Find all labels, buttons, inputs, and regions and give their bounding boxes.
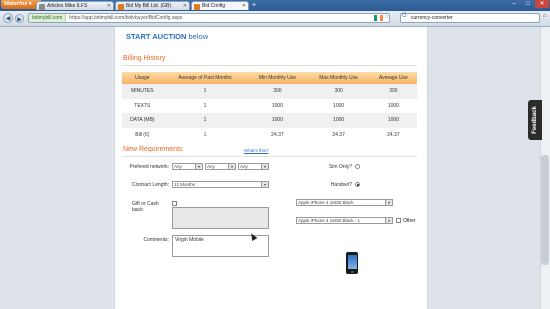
back-arrow-icon[interactable]: ◀ bbox=[3, 13, 13, 23]
column-header: Usage bbox=[122, 72, 163, 84]
column-header: Max Monthly Use bbox=[307, 72, 370, 84]
phone-image bbox=[346, 252, 358, 274]
column-header: Min Monthly Use bbox=[247, 72, 308, 84]
table-row: DATA (MB) 1 1000 1000 1000 bbox=[122, 113, 417, 128]
bidmybill-favicon-icon bbox=[118, 3, 124, 10]
close-tab-icon[interactable]: ✕ bbox=[242, 2, 246, 10]
tab-title: Articles Mike ILFS bbox=[47, 3, 88, 9]
flag-icon bbox=[374, 15, 383, 21]
other-label: Other bbox=[403, 218, 416, 224]
chevron-down-icon: ▾ bbox=[261, 164, 268, 169]
table-row: Bill (€) 1 24.37 24.37 24.37 bbox=[135, 131, 400, 138]
table-row: MINUTES 1 300 300 300 bbox=[122, 84, 417, 99]
chevron-down-icon: ▾ bbox=[385, 218, 392, 223]
network-select-1[interactable]: Any ▾ bbox=[172, 163, 203, 170]
start-auction-heading: START AUCTION below bbox=[126, 32, 209, 41]
divider bbox=[122, 65, 417, 66]
network-select-2[interactable]: Any ▾ bbox=[205, 163, 236, 170]
contract-length-label: Contract Length: bbox=[132, 182, 169, 188]
site-identity[interactable]: bidmybill.com bbox=[29, 14, 67, 22]
tab-title: Bid My Bill Ltd. (GB) bbox=[126, 3, 172, 9]
sim-only-label: Sim Only? bbox=[328, 164, 352, 170]
new-requirements-title: New Requirements bbox=[123, 146, 183, 153]
gift-textarea[interactable] bbox=[172, 207, 269, 229]
other-checkbox[interactable] bbox=[396, 218, 401, 223]
sim-only-radio[interactable] bbox=[355, 164, 360, 169]
divider bbox=[122, 156, 417, 157]
search-box[interactable]: currency-converter bbox=[400, 13, 540, 23]
maximize-button[interactable]: □ bbox=[521, 0, 535, 8]
address-bar[interactable]: bidmybill.com https://app.bidmybill.com/b… bbox=[28, 13, 390, 23]
table-row: TEXTS 1 1000 1000 1000 bbox=[134, 102, 399, 109]
minimize-button[interactable]: – bbox=[507, 0, 521, 8]
home-icon[interactable]: ⌂ bbox=[543, 13, 547, 19]
gift-checkbox[interactable] bbox=[172, 201, 177, 206]
column-header: Average of Past Months bbox=[162, 72, 248, 84]
handset-select-secondary[interactable]: Apple iPhone 4 16GB Black - 1 ▾ bbox=[296, 217, 393, 224]
search-engine-icon[interactable]: G bbox=[402, 13, 407, 19]
chevron-down-icon: ▾ bbox=[195, 164, 202, 169]
column-header: Average Use bbox=[369, 72, 417, 84]
tab-articles[interactable]: Articles Mike ILFS ✕ bbox=[36, 1, 114, 10]
tab-bidmybill[interactable]: Bid My Bill Ltd. (GB) ✕ bbox=[115, 1, 190, 10]
chevron-down-icon: ▾ bbox=[261, 182, 268, 187]
close-window-button[interactable]: ✕ bbox=[535, 0, 549, 8]
forward-arrow-icon[interactable]: ▶ bbox=[15, 13, 24, 23]
new-tab-button[interactable]: + bbox=[250, 2, 258, 9]
comments-label: Comments: bbox=[143, 237, 169, 243]
handset-label: Handset? bbox=[330, 182, 352, 188]
chevron-down-icon: ▾ bbox=[228, 164, 235, 169]
chevron-down-icon: ▾ bbox=[385, 200, 392, 205]
contract-length-select[interactable]: 12 Months ▾ bbox=[172, 181, 269, 188]
feedback-button[interactable]: Feedback bbox=[528, 100, 542, 140]
preferred-network-label: Prefered network: bbox=[129, 164, 169, 170]
tab-title: Bid Config bbox=[202, 3, 226, 9]
tab-bid-config[interactable]: Bid Config ✕ bbox=[191, 1, 249, 10]
handset-radio[interactable] bbox=[355, 182, 360, 187]
gift-cash-back-label: Gift or Cash back: bbox=[132, 201, 159, 213]
billing-history-table: Usage Average of Past Months Min Monthly… bbox=[122, 72, 417, 142]
handset-select-primary[interactable]: Apple iPhone 4 16GB Black ▾ bbox=[296, 199, 393, 206]
close-tab-icon[interactable]: ✕ bbox=[107, 2, 111, 10]
page-favicon-icon bbox=[39, 3, 45, 10]
search-input-value: currency-converter bbox=[411, 15, 453, 21]
bookmark-star-icon[interactable]: ☆ bbox=[384, 13, 389, 20]
bidmybill-favicon-icon bbox=[194, 3, 200, 10]
whats-this-link[interactable]: What's this? bbox=[244, 148, 268, 153]
billing-history-title: Billing History bbox=[123, 55, 166, 62]
url-text: https://app.bidmybill.com/bidvbuyer/BidC… bbox=[69, 15, 183, 21]
scrollbar-thumb[interactable] bbox=[541, 155, 549, 265]
network-select-3[interactable]: Any ▾ bbox=[238, 163, 269, 170]
app-menu-button[interactable]: Waterfox ▾ bbox=[1, 0, 41, 9]
close-tab-icon[interactable]: ✕ bbox=[183, 2, 187, 10]
